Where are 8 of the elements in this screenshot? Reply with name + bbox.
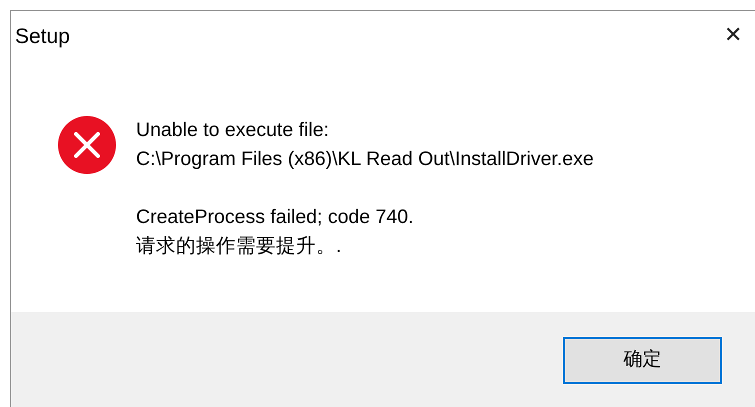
ok-button[interactable]: 确定 (563, 337, 722, 384)
close-button[interactable]: ✕ (715, 17, 751, 53)
message-line: CreateProcess failed; code 740. (136, 205, 414, 230)
message-line: C:\Program Files (x86)\KL Read Out\InstallDriver.exe (136, 147, 594, 172)
error-icon (58, 116, 116, 174)
message-line: 请求的操作需要提升。. (136, 234, 342, 259)
window-title: Setup (15, 24, 70, 50)
message-line: Unable to execute file: (136, 118, 330, 143)
